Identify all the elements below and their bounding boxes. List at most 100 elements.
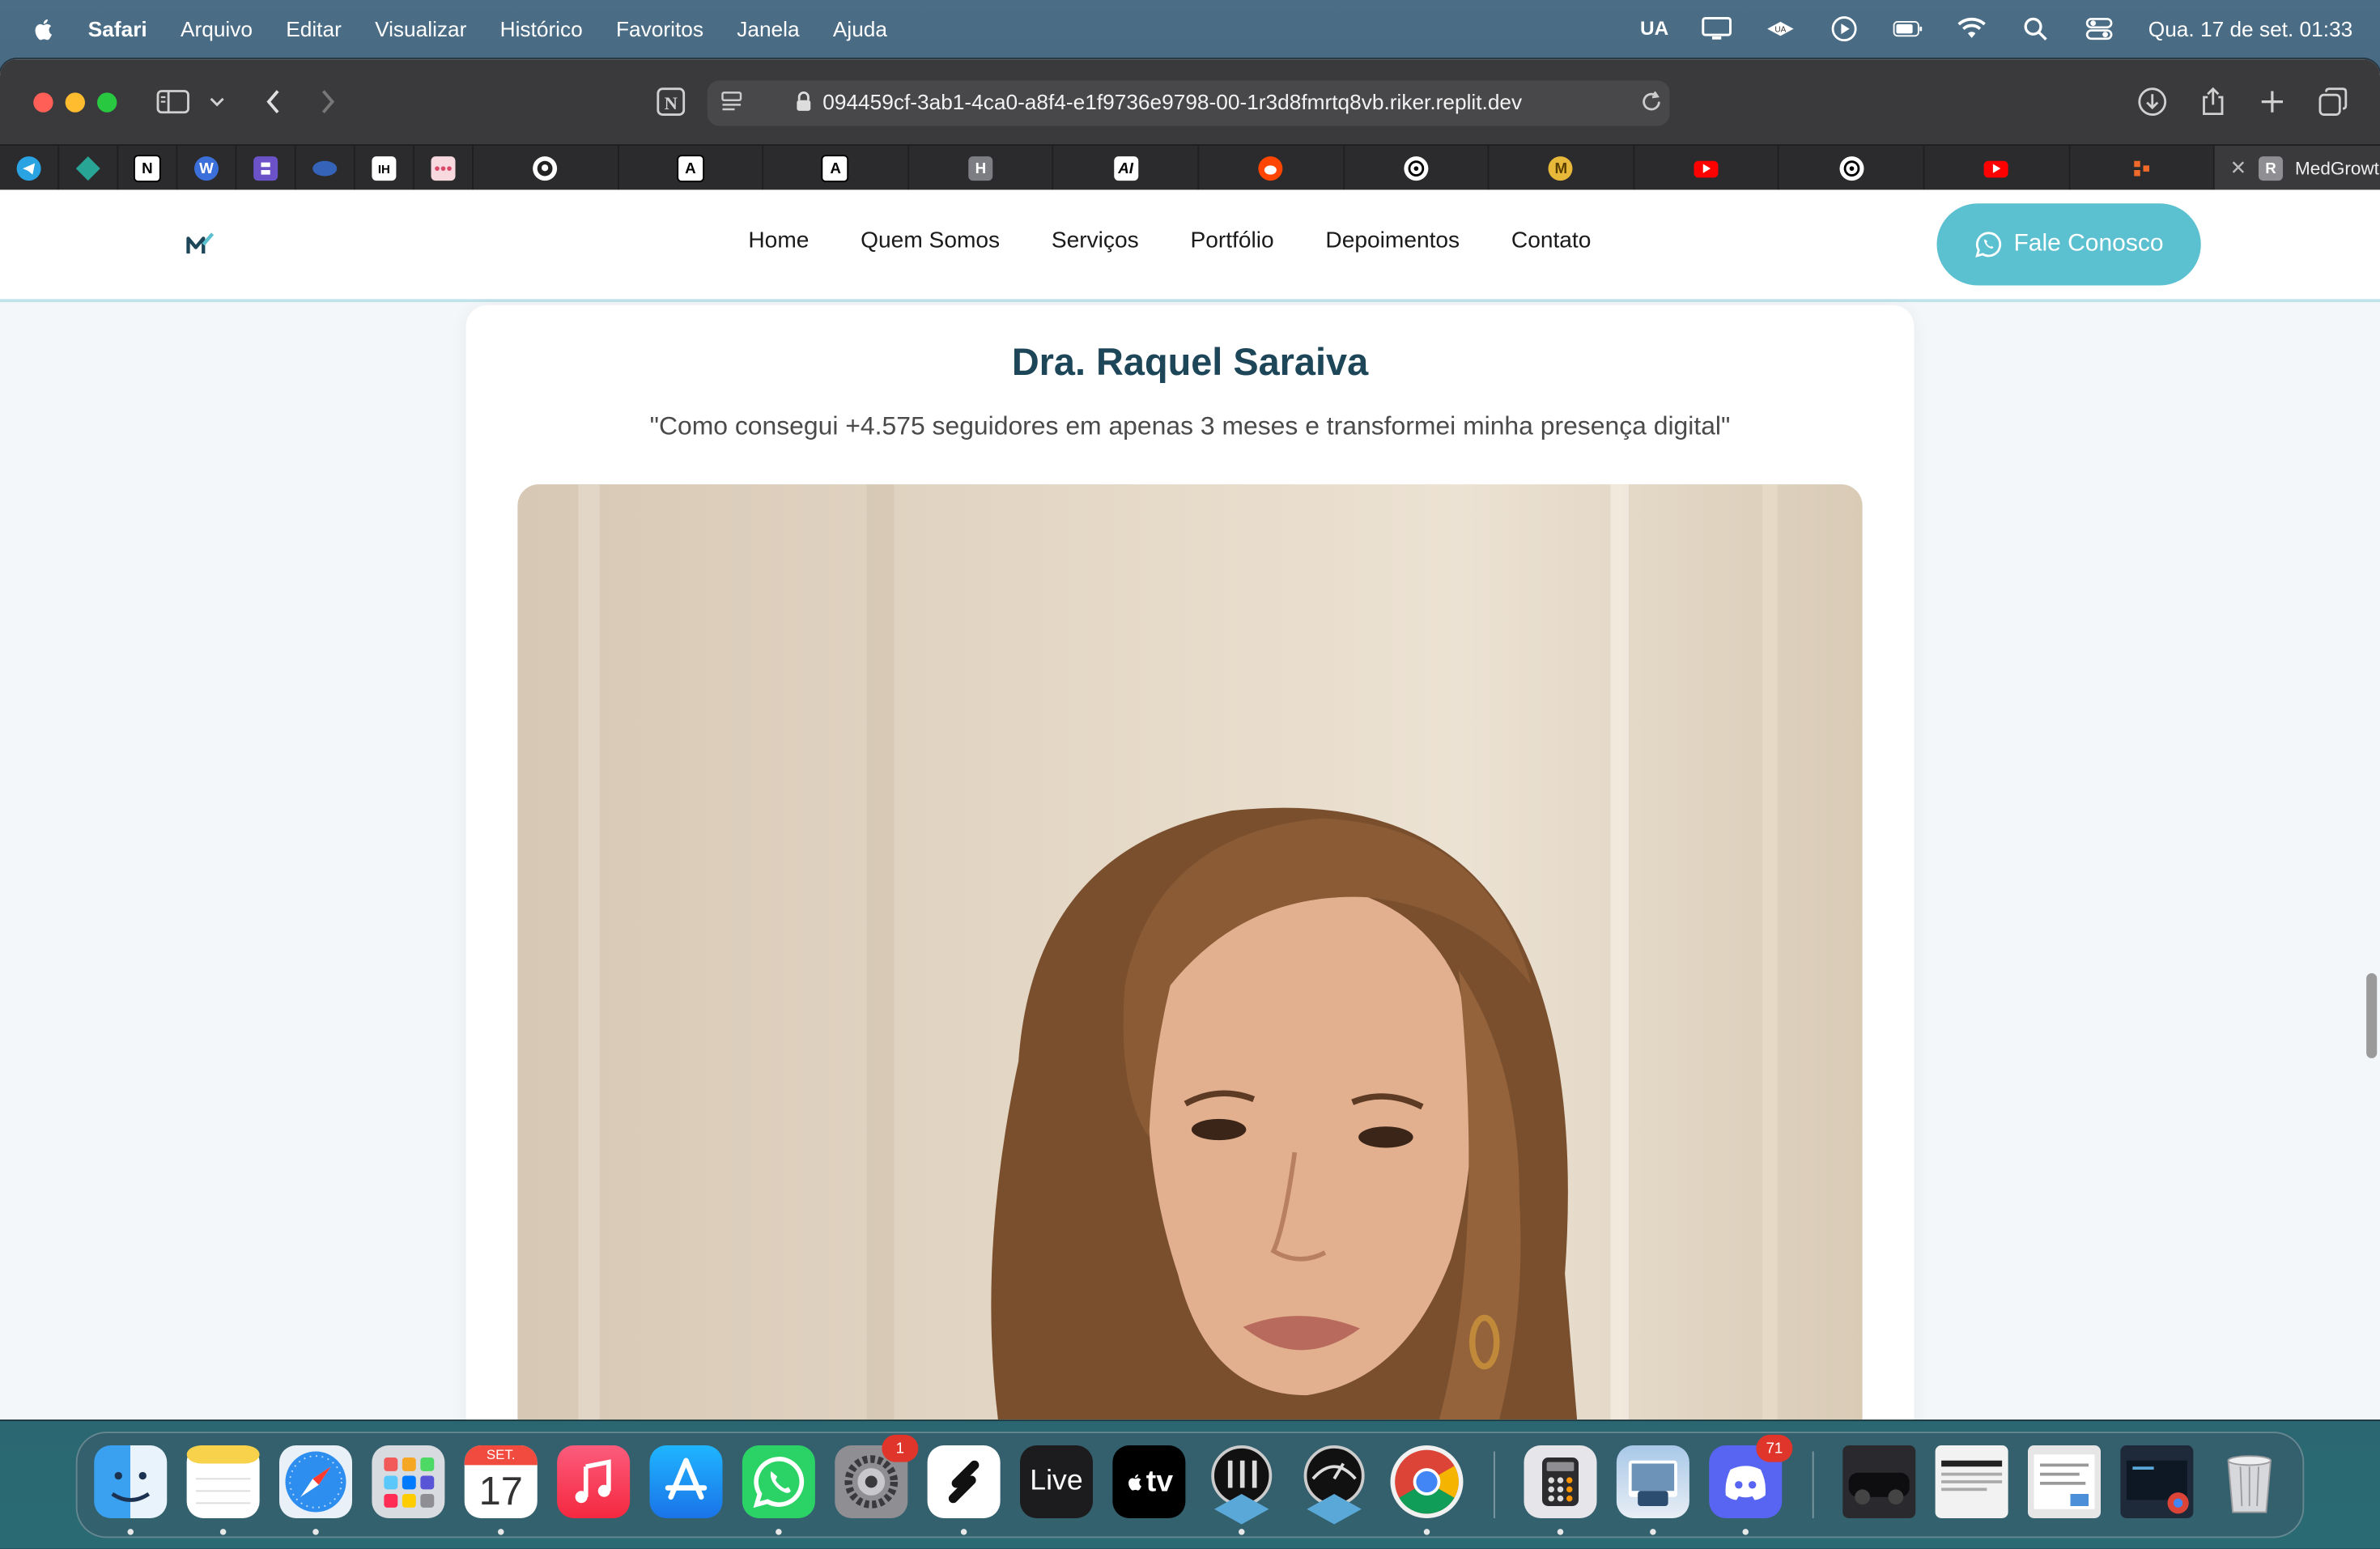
wifi-icon[interactable] [1957,16,1988,40]
letter-a-icon: A [677,155,704,182]
notion-extension-icon[interactable]: N [654,87,687,117]
nav-servicos[interactable]: Serviços [1052,228,1139,253]
back-icon[interactable] [257,87,290,117]
tab-a-one[interactable]: A [618,146,764,192]
tab-a-two[interactable]: A [763,146,909,192]
notes-icon[interactable] [186,1445,260,1518]
safari-icon[interactable] [279,1445,352,1518]
tab-overview-icon[interactable] [2316,87,2349,117]
ableton-live-icon[interactable]: Live [1020,1445,1093,1518]
youtube-icon [1984,160,2009,177]
menu-favoritos[interactable]: Favoritos [616,16,703,40]
menu-visualizar[interactable]: Visualizar [375,16,466,40]
close-window-button[interactable] [33,92,53,113]
ua-console-icon[interactable] [1205,1445,1278,1525]
tab-h[interactable]: H [909,146,1054,192]
nav-portfolio[interactable]: Portfólio [1190,228,1273,253]
svg-text:UA: UA [1775,24,1787,33]
tab-blue-blob[interactable] [296,146,355,192]
whatsapp-app-icon[interactable] [742,1445,815,1518]
launchpad-icon[interactable] [372,1445,445,1518]
search-icon[interactable] [2021,16,2051,40]
testimonial-video[interactable] [517,484,1863,1420]
recent-window-thumbnail[interactable] [2120,1445,2194,1518]
letter-h-icon: H [968,156,993,181]
minimize-window-button[interactable] [65,92,85,113]
menu-janela[interactable]: Janela [737,16,799,40]
tv-label: tv [1145,1464,1174,1498]
control-center-icon[interactable] [2085,16,2115,40]
tab-github[interactable] [474,146,619,192]
apple-icon [1128,1474,1142,1491]
tab-diamond[interactable] [59,146,119,192]
display-icon[interactable] [1702,16,1733,40]
tab-chatgpt-two[interactable] [1779,146,1925,192]
tab-save[interactable] [237,146,296,192]
tab-indiehackers[interactable]: IH [355,146,414,192]
nav-depoimentos[interactable]: Depoimentos [1325,228,1460,253]
reload-icon[interactable] [1634,87,1668,117]
flow-icon [431,156,456,181]
music-icon[interactable] [557,1445,631,1518]
close-tab-icon[interactable]: ✕ [2230,156,2246,181]
tab-youtube-two[interactable] [1924,146,2070,192]
zoom-window-button[interactable] [97,92,117,113]
finder-icon[interactable] [94,1445,168,1518]
discord-icon[interactable]: 71 [1709,1434,1793,1518]
tab-notion[interactable]: N [118,146,178,192]
calculator-icon[interactable] [1524,1445,1597,1518]
menu-clock[interactable]: Qua. 17 de set. 01:33 [2148,16,2352,40]
preview-icon[interactable] [1616,1445,1689,1518]
play-icon[interactable] [1830,15,1860,41]
menu-arquivo[interactable]: Arquivo [181,16,253,40]
sidebar-toggle-icon[interactable] [156,87,189,117]
tab-youtube-one[interactable] [1634,146,1780,192]
url-text[interactable]: 094459cf-3ab1-4ca0-a8f4-e1f9736e9798-00-… [822,90,1522,114]
tab-reddit[interactable] [1199,146,1345,192]
trash-icon[interactable] [2213,1445,2286,1518]
ua-connect-icon[interactable] [1298,1445,1371,1525]
tab-chatgpt-one[interactable] [1344,146,1490,192]
fale-conosco-button[interactable]: Fale Conosco [1936,203,2201,286]
uad-icon[interactable]: UA [1766,16,1796,40]
replit-icon: R [2259,156,2284,181]
nav-contato[interactable]: Contato [1511,228,1592,253]
recent-window-thumbnail[interactable] [2028,1445,2101,1518]
calendar-icon[interactable]: SET. 17 [464,1445,538,1518]
tab-wordpress[interactable]: W [177,146,237,192]
chrome-icon[interactable] [1390,1445,1464,1518]
scrivener-s-icon[interactable] [927,1445,1001,1518]
page-scrollbar[interactable] [2366,972,2378,1058]
tab-m[interactable]: M [1490,146,1634,192]
recent-window-thumbnail[interactable] [1935,1445,2008,1518]
apple-icon[interactable] [31,15,58,42]
menu-app-name[interactable]: Safari [88,16,147,40]
battery-icon[interactable] [1893,16,1924,40]
app-store-icon[interactable] [649,1445,723,1518]
new-tab-icon[interactable] [2255,87,2289,117]
forward-icon[interactable] [311,87,344,117]
notification-badge: 1 [882,1434,919,1462]
system-settings-icon[interactable]: 1 [835,1434,919,1518]
page-menu-icon[interactable] [715,87,748,117]
tab-flow[interactable] [414,146,474,192]
nav-home[interactable]: Home [748,228,809,253]
tab-active[interactable]: ✕ R MedGrowt... [2214,146,2380,192]
menu-historico[interactable]: Histórico [500,16,583,40]
downloads-icon[interactable] [2136,87,2169,117]
nav-quem-somos[interactable]: Quem Somos [861,228,1000,253]
github-icon [533,156,558,181]
input-source-indicator[interactable]: UA [1640,17,1668,40]
running-indicator [1650,1529,1656,1535]
apple-tv-icon[interactable]: tv [1112,1445,1186,1518]
tab-orange[interactable] [2070,146,2215,192]
live-label: Live [1030,1465,1083,1497]
share-icon[interactable] [2196,87,2229,117]
tab-ai[interactable]: AI [1054,146,1200,192]
recent-window-thumbnail[interactable] [1842,1445,1916,1518]
tab-telegram[interactable] [0,146,60,192]
menu-editar[interactable]: Editar [286,16,342,40]
chevron-down-icon[interactable] [203,87,231,117]
site-logo[interactable] [185,231,216,266]
menu-ajuda[interactable]: Ajuda [833,16,887,40]
